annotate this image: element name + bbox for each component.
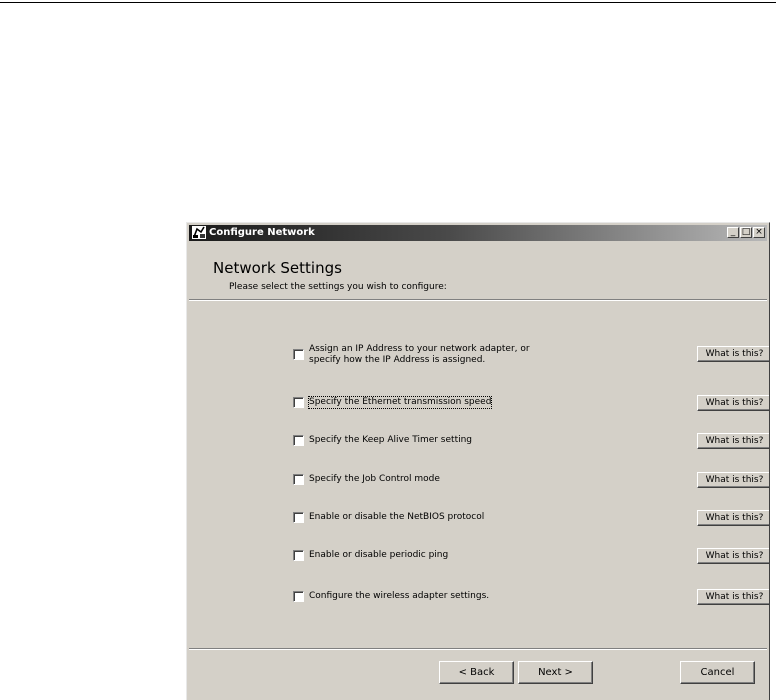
checkbox-wireless[interactable]	[293, 591, 304, 602]
what-is-this-button[interactable]: What is this?	[697, 346, 769, 362]
option-label[interactable]: Specify the Ethernet transmission speed	[307, 396, 493, 409]
what-is-this-button[interactable]: What is this?	[697, 510, 769, 526]
what-is-this-button[interactable]: What is this?	[697, 433, 769, 449]
checkbox-assign-ip[interactable]	[293, 349, 304, 360]
page-title: Network Settings	[213, 259, 342, 277]
next-button[interactable]: Next >	[518, 661, 593, 684]
option-label[interactable]: Configure the wireless adapter settings.	[309, 591, 489, 602]
back-button[interactable]: < Back	[439, 661, 514, 684]
option-assign-ip: Assign an IP Address to your network ada…	[291, 341, 769, 369]
checkbox-netbios[interactable]	[293, 512, 304, 523]
title-bar[interactable]: Configure Network _ □ ×	[189, 225, 767, 241]
checkbox-periodic-ping[interactable]	[293, 550, 304, 561]
option-job-control: Specify the Job Control mode What is thi…	[291, 468, 769, 496]
network-app-icon	[192, 226, 206, 239]
option-wireless: Configure the wireless adapter settings.…	[291, 586, 769, 614]
what-is-this-button[interactable]: What is this?	[697, 472, 769, 488]
checkbox-job-control[interactable]	[293, 474, 304, 485]
option-keep-alive: Specify the Keep Alive Timer setting Wha…	[291, 430, 769, 458]
maximize-button[interactable]: □	[740, 227, 752, 238]
window-title: Configure Network	[209, 227, 315, 238]
option-ethernet-speed: Specify the Ethernet transmission speed …	[291, 391, 769, 419]
page-top-rule	[0, 2, 776, 3]
what-is-this-button[interactable]: What is this?	[697, 395, 769, 411]
option-label[interactable]: Assign an IP Address to your network ada…	[309, 344, 530, 366]
option-label[interactable]: Enable or disable periodic ping	[309, 550, 448, 561]
close-button[interactable]: ×	[753, 227, 765, 238]
option-netbios: Enable or disable the NetBIOS protocol W…	[291, 507, 769, 535]
configure-network-window: Configure Network _ □ × Network Settings…	[186, 222, 770, 700]
checkbox-keep-alive[interactable]	[293, 435, 304, 446]
footer-separator	[189, 648, 767, 650]
checkbox-ethernet-speed[interactable]	[293, 397, 304, 408]
minimize-button[interactable]: _	[727, 227, 739, 238]
option-label[interactable]: Specify the Job Control mode	[309, 474, 440, 485]
cancel-button[interactable]: Cancel	[680, 661, 755, 684]
option-periodic-ping: Enable or disable periodic ping What is …	[291, 545, 769, 573]
header-separator	[189, 299, 767, 301]
page-subtitle: Please select the settings you wish to c…	[229, 282, 447, 292]
what-is-this-button[interactable]: What is this?	[697, 589, 769, 605]
wizard-header: Network Settings Please select the setti…	[189, 243, 767, 299]
what-is-this-button[interactable]: What is this?	[697, 548, 769, 564]
option-label[interactable]: Specify the Keep Alive Timer setting	[309, 435, 472, 446]
option-label[interactable]: Enable or disable the NetBIOS protocol	[309, 512, 484, 523]
